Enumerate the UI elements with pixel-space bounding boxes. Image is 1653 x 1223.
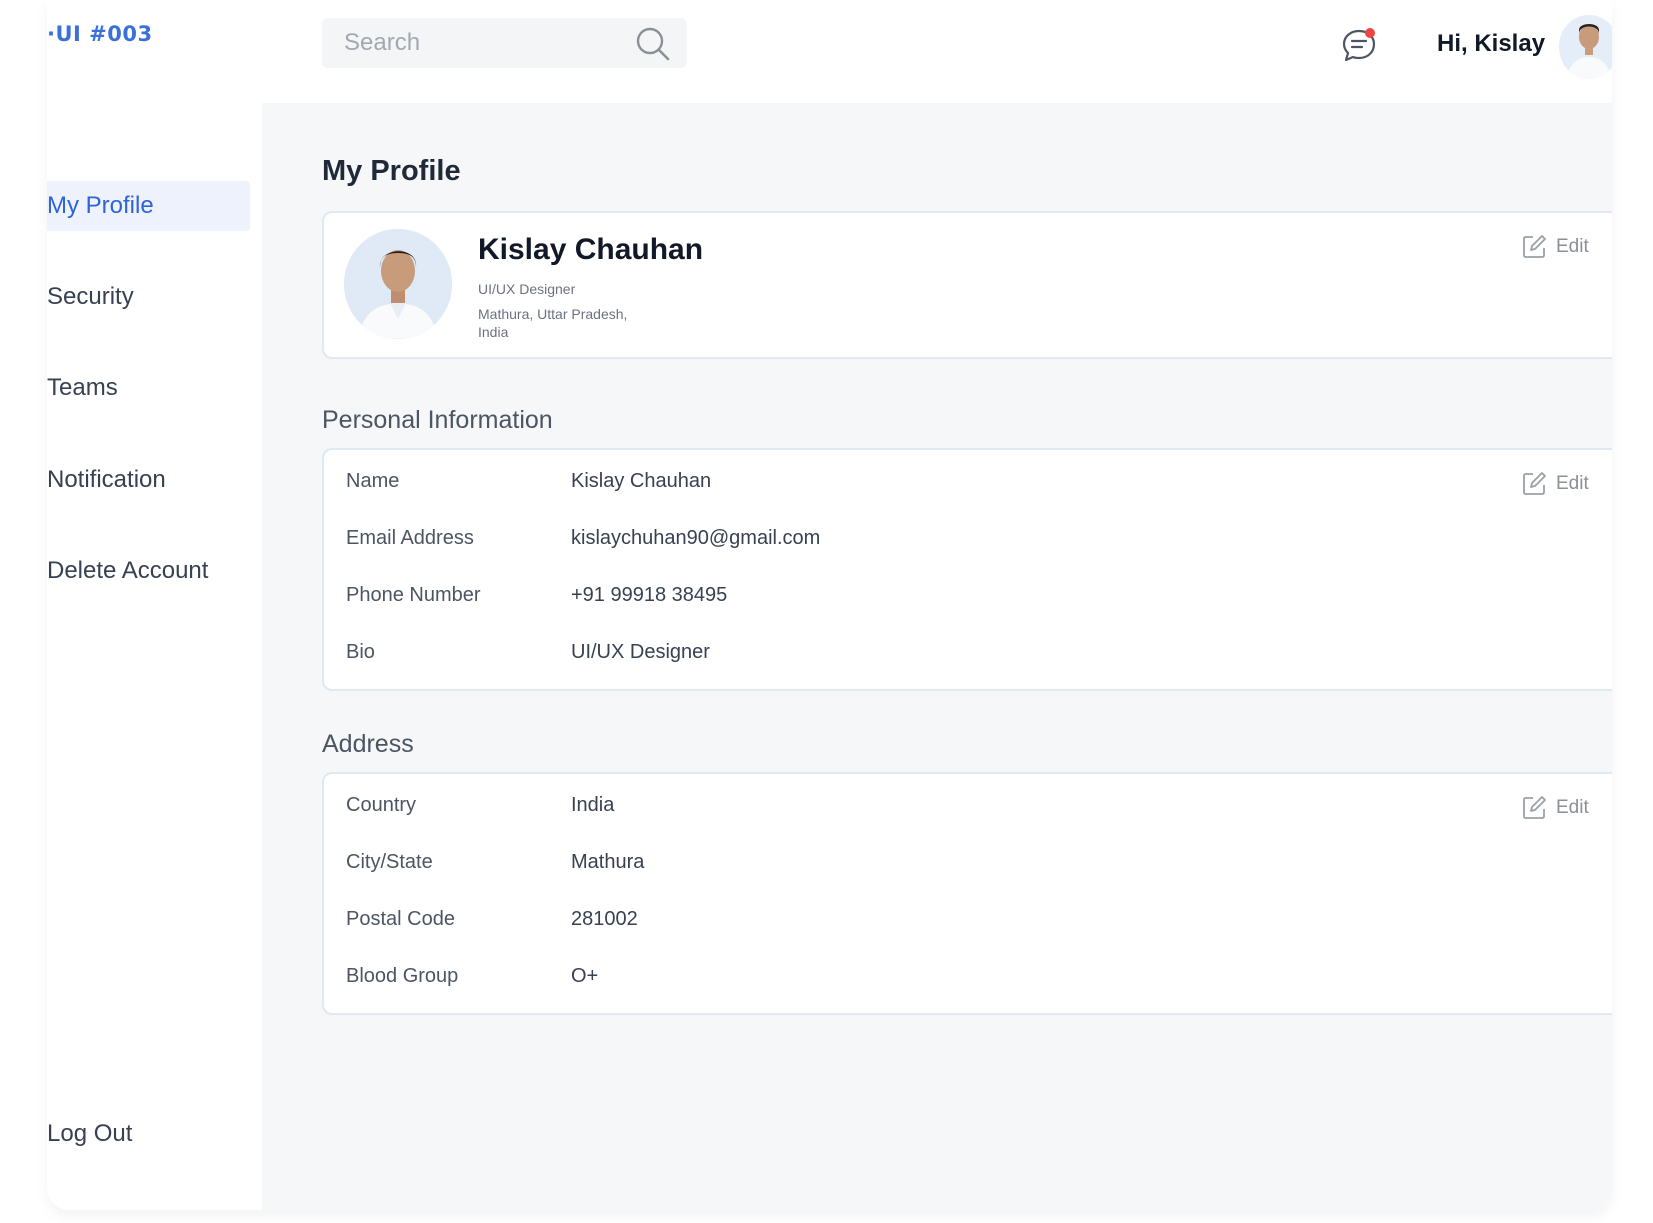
edit-address-button[interactable]: Edit xyxy=(1520,790,1612,826)
edit-label: Edit xyxy=(1556,797,1589,818)
brand-logo: ·UI #003 xyxy=(47,22,153,46)
field-label: Name xyxy=(346,470,400,492)
edit-personal-info-button[interactable]: Edit xyxy=(1520,466,1612,502)
sidebar-item-teams[interactable]: Teams xyxy=(47,363,250,413)
field-label: Email Address xyxy=(346,527,474,549)
edit-profile-button[interactable]: Edit xyxy=(1520,229,1612,265)
field-value: India xyxy=(571,794,615,816)
edit-label: Edit xyxy=(1556,236,1589,257)
sidebar-item-notification[interactable]: Notification xyxy=(47,455,250,505)
personal-info-title: Personal Information xyxy=(322,406,553,434)
edit-icon xyxy=(1523,235,1546,258)
field-value: Mathura xyxy=(571,851,645,873)
field-value: Kislay Chauhan xyxy=(571,470,712,492)
search-input[interactable] xyxy=(322,18,622,68)
field-label: Postal Code xyxy=(346,908,455,930)
profile-location: Mathura, Uttar Pradesh, India xyxy=(478,306,628,340)
sidebar-item-my-profile[interactable]: My Profile xyxy=(47,181,250,231)
field-value: 281002 xyxy=(571,908,638,930)
search-bar xyxy=(322,18,687,68)
profile-avatar xyxy=(344,229,452,339)
field-label: Bio xyxy=(346,641,375,663)
edit-icon xyxy=(1523,472,1546,495)
field-label: City/State xyxy=(346,851,433,873)
field-value: UI/UX Designer xyxy=(571,641,710,663)
field-label: Blood Group xyxy=(346,965,459,987)
edit-label: Edit xyxy=(1556,473,1589,494)
profile-name: Kislay Chauhan xyxy=(478,233,704,266)
field-value: kislaychuhan90@gmail.com xyxy=(571,527,821,549)
avatar-image xyxy=(1559,15,1612,79)
field-value: +91 99918 38495 xyxy=(571,584,728,606)
user-greeting: Hi, Kislay xyxy=(1437,30,1546,57)
page-title: My Profile xyxy=(322,155,461,187)
search-icon[interactable] xyxy=(635,26,671,62)
address-card: Edit Country India City/State Mathura Po… xyxy=(322,772,1612,1015)
logout-button[interactable]: Log Out xyxy=(47,1109,250,1159)
sidebar-item-security[interactable]: Security xyxy=(47,272,250,322)
chat-notification-icon[interactable] xyxy=(1340,26,1378,64)
sidebar-item-delete-account[interactable]: Delete Account xyxy=(47,546,250,596)
profile-card: Kislay Chauhan UI/UX Designer Mathura, U… xyxy=(322,211,1612,359)
main-content: My Profile Kislay Chauhan UI/UX Designer… xyxy=(262,103,1612,1210)
field-label: Country xyxy=(346,794,417,816)
notification-dot xyxy=(1365,28,1375,38)
app-window: ·UI #003 My Profile Security Teams Notif… xyxy=(47,0,1612,1210)
sidebar: ·UI #003 My Profile Security Teams Notif… xyxy=(47,0,262,1210)
personal-info-card: Edit Name Kislay Chauhan Email Address k… xyxy=(322,448,1612,691)
user-avatar[interactable] xyxy=(1559,15,1612,79)
edit-icon xyxy=(1523,796,1546,819)
address-title: Address xyxy=(322,730,414,758)
profile-role: UI/UX Designer xyxy=(478,281,576,297)
field-label: Phone Number xyxy=(346,584,481,606)
field-value: O+ xyxy=(571,965,599,987)
